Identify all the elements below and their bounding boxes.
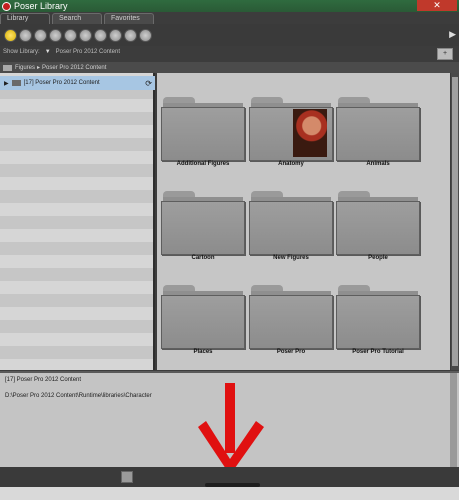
folder-label: Poser Pro: [276, 349, 306, 355]
hair-category-button[interactable]: [49, 28, 62, 42]
anatomy-thumbnail-image: [293, 109, 327, 157]
folder-poser-pro-tutorial[interactable]: Poser Pro Tutorial: [336, 285, 420, 357]
cameras-category-button[interactable]: [109, 28, 122, 42]
props-category-button[interactable]: [79, 28, 92, 42]
expand-triangle-icon[interactable]: ▶: [4, 80, 9, 87]
folder-new-figures[interactable]: New Figures: [249, 191, 333, 263]
folder-people[interactable]: People: [336, 191, 420, 263]
scrollbar-thumb[interactable]: [452, 77, 458, 366]
footer-strip: [0, 487, 459, 500]
tab-search[interactable]: Search: [52, 13, 102, 24]
lights-category-button[interactable]: [94, 28, 107, 42]
show-library-label: Show Library:: [3, 49, 40, 55]
info-title: [17] Poser Pro 2012 Content: [5, 377, 82, 383]
scenes-category-button[interactable]: [139, 28, 152, 42]
folder-label: Places: [193, 349, 213, 355]
red-arrow-annotation: [198, 383, 264, 475]
grid-scrollbar[interactable]: [451, 73, 459, 370]
folder-icon: [11, 80, 21, 86]
hands-category-button[interactable]: [64, 28, 77, 42]
folder-anatomy[interactable]: Anatomy: [249, 97, 333, 169]
folder-places[interactable]: Places: [161, 285, 245, 357]
tree-item-selected[interactable]: ▶ [17] Poser Pro 2012 Content ⟳: [0, 76, 155, 90]
folder-label: Additional Figures: [176, 161, 230, 167]
folder-poser-pro[interactable]: Poser Pro: [249, 285, 333, 357]
folder-cartoon[interactable]: Cartoon: [161, 191, 245, 263]
folder-label: Animals: [366, 161, 390, 167]
folder-label: People: [368, 255, 388, 261]
category-toolbar: ▶: [0, 24, 459, 46]
folder-additional-figures[interactable]: Additional Figures: [161, 97, 245, 169]
folder-grid-pane: Additional Figures Anatomy Animals Carto…: [157, 73, 450, 370]
show-library-value[interactable]: Poser Pro 2012 Content: [56, 49, 120, 55]
bottom-action-bar: [0, 467, 459, 487]
breadcrumb-current[interactable]: Poser Pro 2012 Content: [42, 65, 106, 71]
folder-animals[interactable]: Animals: [336, 97, 420, 169]
refresh-icon[interactable]: ⟳: [145, 79, 152, 88]
info-scrollbar[interactable]: [450, 373, 457, 467]
poses-category-button[interactable]: [19, 28, 32, 42]
folder-label: Poser Pro Tutorial: [352, 349, 404, 355]
window-title: Poser Library: [14, 1, 68, 11]
add-library-button[interactable]: +: [437, 48, 453, 60]
library-tabs: Library Search Favorites: [0, 13, 156, 24]
breadcrumb-separator: ▸: [37, 65, 41, 71]
breadcrumb: Figures ▸ Poser Pro 2012 Content: [0, 62, 459, 73]
materials-category-button[interactable]: [124, 28, 137, 42]
tree-item-label: [17] Poser Pro 2012 Content: [23, 80, 100, 86]
tab-favorites[interactable]: Favorites: [104, 13, 154, 24]
chevron-right-icon[interactable]: ▶: [449, 29, 456, 40]
apply-library-item-icon[interactable]: [121, 471, 133, 483]
folder-label: New Figures: [273, 255, 309, 261]
folder-icon: [3, 64, 12, 71]
folder-label: Cartoon: [191, 255, 215, 261]
poser-app-icon: [2, 1, 11, 11]
folder-label: Anatomy: [278, 161, 304, 167]
tab-library[interactable]: Library: [0, 13, 50, 24]
close-button[interactable]: ✕: [417, 0, 457, 11]
info-path: D:\Poser Pro 2012 Content\Runtime\librar…: [5, 393, 152, 399]
title-bar: Poser Library ✕: [0, 0, 459, 12]
chevron-down-icon[interactable]: ▼: [45, 49, 51, 55]
figures-category-button[interactable]: [4, 28, 17, 42]
show-library-row: Show Library: ▼ Poser Pro 2012 Content: [3, 49, 120, 55]
expressions-category-button[interactable]: [34, 28, 47, 42]
library-tree-pane: ▶ [17] Poser Pro 2012 Content ⟳: [0, 73, 155, 370]
breadcrumb-root[interactable]: Figures: [15, 65, 35, 71]
